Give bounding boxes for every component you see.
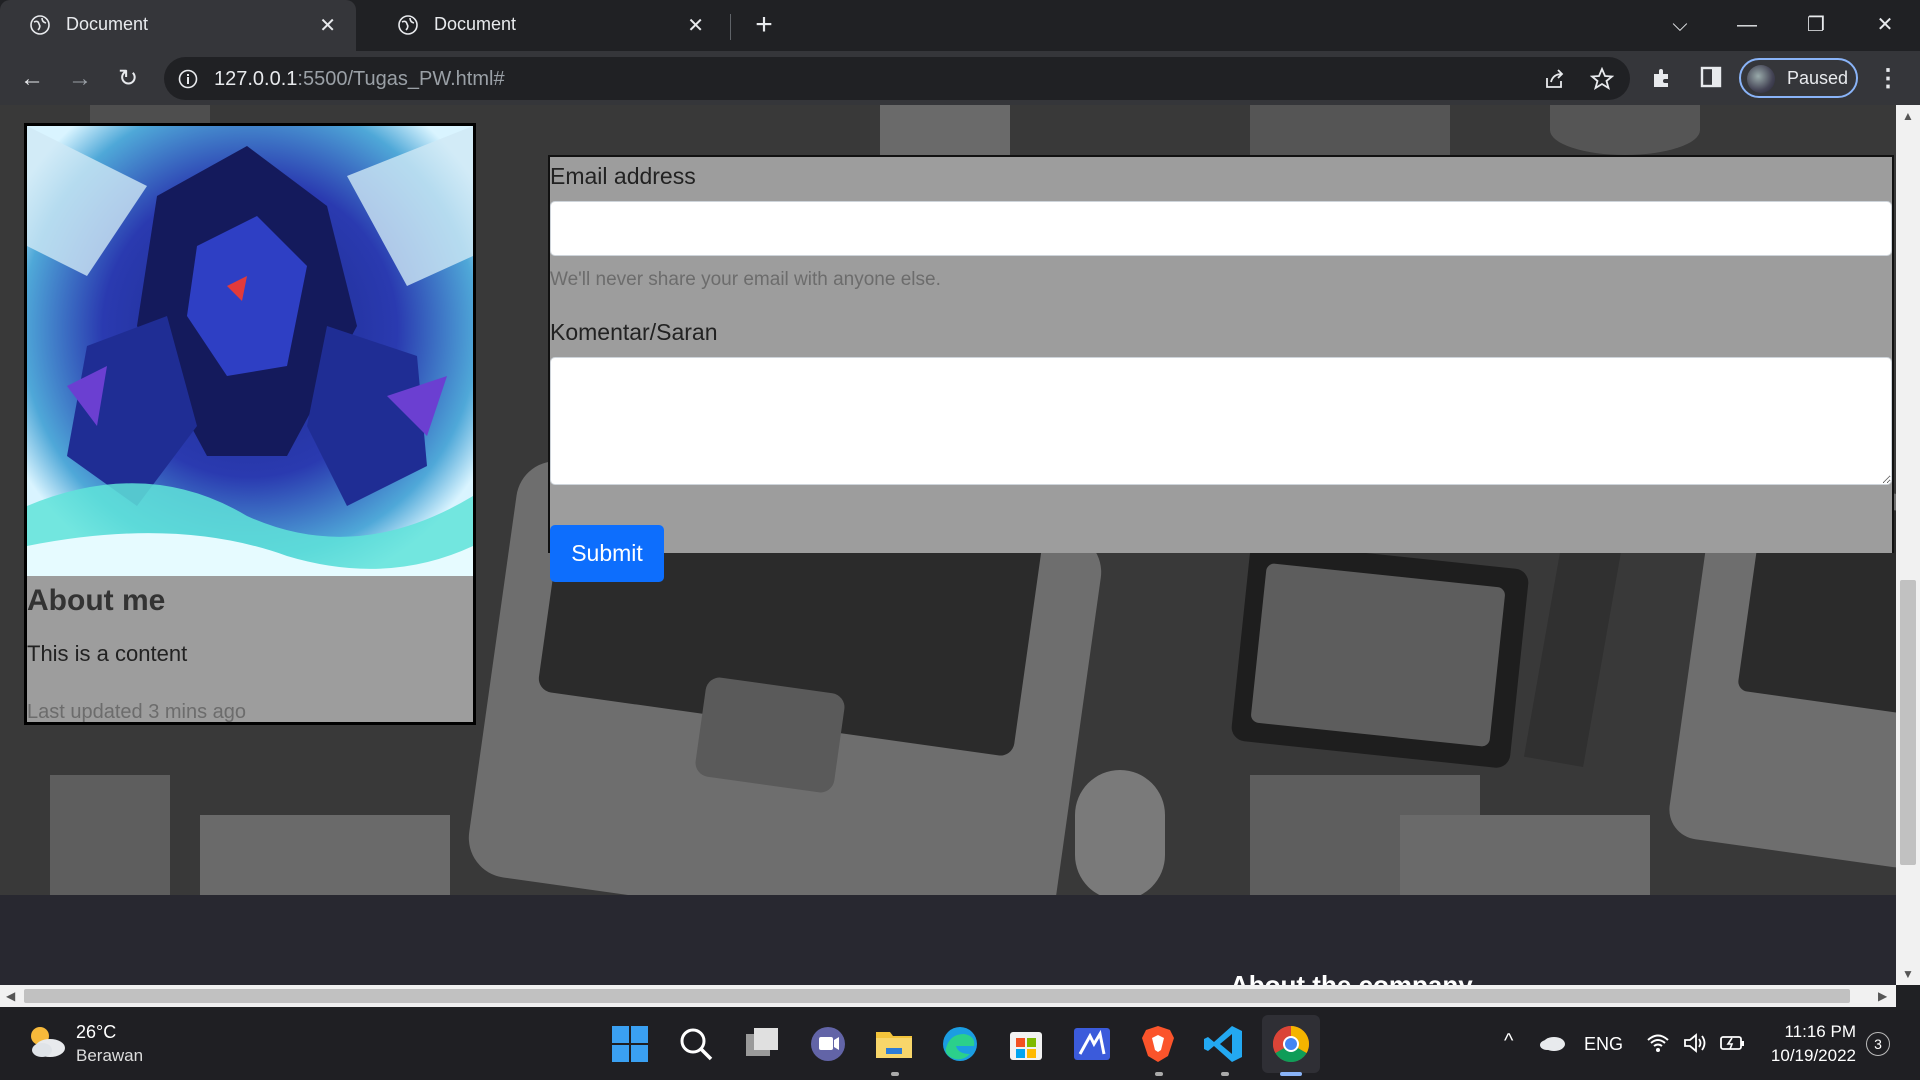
forward-button[interactable]: → [64, 63, 96, 95]
reload-button[interactable]: ↻ [112, 63, 144, 95]
footer-about-title: About the company [1230, 970, 1473, 985]
vscode-icon[interactable] [1202, 1022, 1246, 1066]
onedrive-cloud-icon[interactable] [1538, 1032, 1566, 1052]
dragon-image [27, 126, 473, 576]
clock-time[interactable]: 11:16 PM [1766, 1022, 1856, 1042]
chrome-icon[interactable] [1269, 1022, 1313, 1066]
edge-browser-icon[interactable] [938, 1022, 982, 1066]
url-host: 127.0.0.1 [214, 68, 298, 90]
start-windows-icon[interactable] [608, 1022, 652, 1066]
footer-link-fragment [640, 970, 820, 978]
running-indicator [1155, 1072, 1163, 1076]
page-viewport: About me This is a content Last updated … [0, 105, 1896, 985]
windows-taskbar: 26°C Berawan ^ ENG 11:16 PM 10/19/2022 3 [0, 1010, 1920, 1080]
battery-charging-icon[interactable] [1718, 1032, 1746, 1054]
avatar [1747, 65, 1775, 93]
about-card: About me This is a content Last updated … [24, 123, 476, 725]
app-blue-icon[interactable] [1070, 1022, 1114, 1066]
card-title: About me [27, 584, 166, 617]
brave-browser-icon[interactable] [1136, 1022, 1180, 1066]
scroll-up-arrow-icon[interactable]: ▲ [1902, 109, 1914, 123]
url-text[interactable]: 127.0.0.1:5500/Tugas_PW.html# [214, 68, 505, 91]
tab-search-icon[interactable]: ⌵ [1660, 10, 1700, 40]
tab-strip: Document ✕ Document ✕ + ⌵ — ❐ ✕ [0, 0, 1920, 51]
scroll-down-arrow-icon[interactable]: ▼ [1902, 967, 1914, 981]
language-indicator[interactable]: ENG [1584, 1034, 1623, 1055]
submit-button[interactable]: Submit [550, 525, 664, 582]
clock-date[interactable]: 10/19/2022 [1766, 1046, 1856, 1066]
weather-cloudy-icon[interactable] [24, 1022, 68, 1062]
weather-temp[interactable]: 26°C [76, 1022, 116, 1043]
address-bar[interactable]: 127.0.0.1:5500/Tugas_PW.html# [164, 57, 1630, 100]
comment-form: Email address We'll never share your ema… [548, 155, 1894, 553]
weather-condition[interactable]: Berawan [76, 1046, 143, 1066]
page-footer [0, 895, 1896, 985]
scroll-left-arrow-icon[interactable]: ◀ [6, 989, 15, 1003]
scroll-right-arrow-icon[interactable]: ▶ [1878, 989, 1887, 1003]
globe-icon [398, 15, 418, 35]
running-indicator [891, 1072, 899, 1076]
globe-icon [30, 15, 50, 35]
chevron-up-icon[interactable]: ^ [1504, 1030, 1513, 1053]
search-icon[interactable] [674, 1022, 718, 1066]
comment-textarea[interactable] [550, 357, 1892, 485]
share-icon[interactable] [1544, 68, 1566, 90]
extensions-icon[interactable] [1650, 66, 1674, 90]
profile-label: Paused [1787, 68, 1849, 88]
card-text: This is a content [27, 641, 188, 666]
running-indicator [1221, 1072, 1229, 1076]
back-button[interactable]: ← [16, 63, 48, 95]
comment-label: Komentar/Saran [550, 319, 718, 345]
horizontal-scroll-thumb[interactable] [24, 989, 1850, 1003]
tab-divider [730, 14, 731, 40]
tab-title: Document [434, 14, 517, 34]
side-panel-icon[interactable] [1700, 66, 1722, 88]
browser-toolbar: ← → ↻ 127.0.0.1:5500/Tugas_PW.html# Paus… [0, 51, 1920, 105]
close-window-button[interactable]: ✕ [1865, 10, 1905, 40]
email-help-text: We'll never share your email with anyone… [550, 269, 941, 290]
file-explorer-icon[interactable] [872, 1022, 916, 1066]
email-label: Email address [550, 163, 696, 189]
info-icon[interactable] [178, 69, 198, 89]
restore-button[interactable]: ❐ [1796, 10, 1836, 40]
vertical-scroll-thumb[interactable] [1900, 580, 1916, 865]
close-tab-icon[interactable]: ✕ [687, 13, 704, 38]
menu-kebab-icon[interactable]: ⋮ [1872, 63, 1904, 95]
wifi-icon[interactable] [1646, 1032, 1670, 1054]
tab-document-1[interactable]: Document ✕ [0, 0, 356, 51]
volume-icon[interactable] [1682, 1032, 1708, 1054]
profile-button[interactable]: Paused [1739, 58, 1858, 98]
notification-badge[interactable]: 3 [1866, 1032, 1890, 1056]
url-path: :5500/Tugas_PW.html# [297, 68, 505, 90]
tab-title: Document [66, 14, 149, 34]
new-tab-button[interactable]: + [748, 8, 780, 42]
card-footer: Last updated 3 mins ago [27, 701, 247, 723]
task-view-icon[interactable] [740, 1022, 784, 1066]
tab-document-2[interactable]: Document ✕ [368, 0, 724, 51]
close-tab-icon[interactable]: ✕ [319, 13, 336, 38]
bookmark-star-icon[interactable] [1590, 67, 1614, 91]
microsoft-store-icon[interactable] [1004, 1022, 1048, 1066]
active-indicator [1280, 1072, 1302, 1076]
email-field[interactable] [550, 201, 1892, 256]
teams-chat-icon[interactable] [806, 1022, 850, 1066]
minimize-button[interactable]: — [1727, 10, 1767, 40]
